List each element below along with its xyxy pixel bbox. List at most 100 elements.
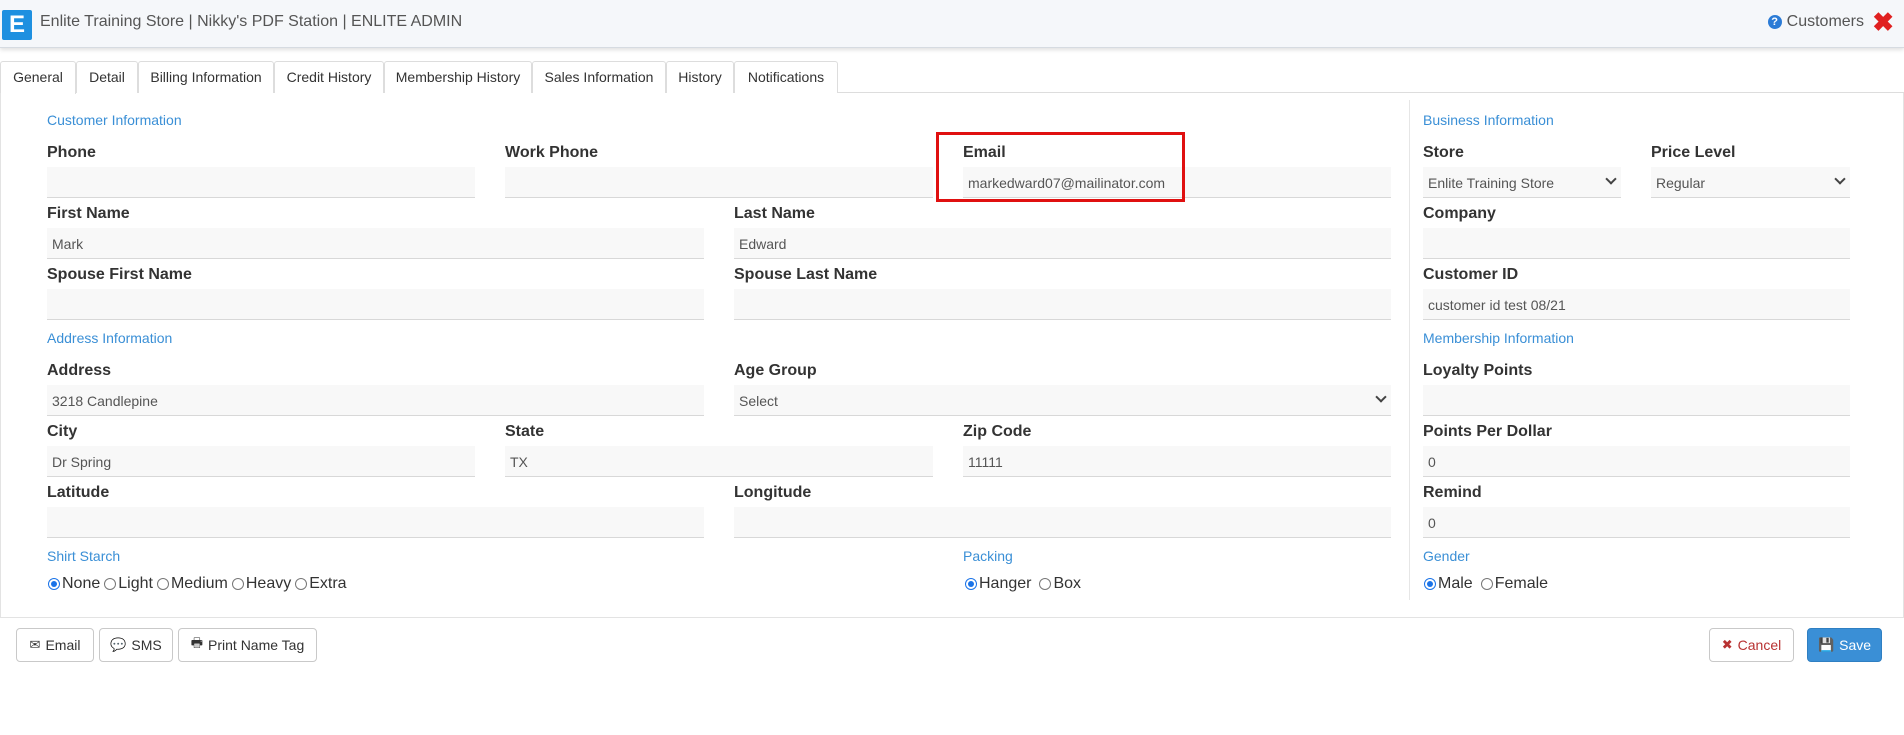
radio-icon[interactable] <box>1039 578 1052 590</box>
tab-billing-information[interactable]: Billing Information <box>138 61 274 93</box>
loyalty-points-input[interactable] <box>1423 385 1850 416</box>
latitude-input[interactable] <box>47 507 704 538</box>
store-label: Store <box>1423 144 1464 161</box>
customer-id-input[interactable]: customer id test 08/21 <box>1423 289 1850 320</box>
print-icon: 🖶 <box>190 635 204 650</box>
shirt-starch-radio-group: None Light Medium Heavy Extra <box>48 575 351 593</box>
tab-notifications[interactable]: Notifications <box>734 61 838 93</box>
remind-input[interactable]: 0 <box>1423 507 1850 538</box>
address-label: Address <box>47 362 112 379</box>
email-highlight-box <box>936 132 1185 202</box>
gender-radio-group: Male Female <box>1424 575 1552 593</box>
state-label: State <box>505 423 545 440</box>
longitude-input[interactable] <box>734 507 1391 538</box>
starch-option-medium[interactable]: Medium <box>156 575 228 593</box>
tab-detail[interactable]: Detail <box>76 61 138 93</box>
first-name-label: First Name <box>47 205 130 222</box>
first-name-input[interactable]: Mark <box>47 228 704 259</box>
help-link-label: Customers <box>1786 13 1864 30</box>
customer-id-label: Customer ID <box>1423 266 1519 283</box>
chevron-down-icon <box>1375 391 1387 403</box>
work-phone-label: Work Phone <box>505 144 599 161</box>
phone-label: Phone <box>47 144 96 161</box>
business-information-heading: Business Information <box>1423 112 1554 128</box>
points-per-dollar-input[interactable]: 0 <box>1423 446 1850 477</box>
tab-history[interactable]: History <box>666 61 734 93</box>
spouse-first-name-input[interactable] <box>47 289 704 320</box>
cancel-button[interactable]: ✖ Cancel <box>1709 628 1794 662</box>
close-icon[interactable]: ✖ <box>1872 7 1894 37</box>
city-input[interactable]: Dr Spring <box>47 446 475 477</box>
store-select[interactable]: Enlite Training Store <box>1423 167 1621 198</box>
state-input[interactable]: TX <box>505 446 933 477</box>
packing-option-hanger[interactable]: Hanger <box>965 575 1031 593</box>
packing-radio-group: Hanger Box <box>965 575 1085 593</box>
tab-credit-history[interactable]: Credit History <box>274 61 384 93</box>
print-name-tag-button[interactable]: 🖶 Print Name Tag <box>178 628 317 662</box>
chevron-down-icon <box>1834 173 1846 185</box>
starch-option-extra[interactable]: Extra <box>295 575 347 593</box>
work-phone-input[interactable] <box>505 167 933 198</box>
column-divider <box>1409 100 1410 600</box>
question-circle-icon: ? <box>1767 15 1782 29</box>
tab-membership-history[interactable]: Membership History <box>384 61 532 93</box>
company-label: Company <box>1423 205 1496 222</box>
packing-option-box[interactable]: Box <box>1039 575 1081 593</box>
comment-icon: 💬 <box>110 637 127 652</box>
city-label: City <box>47 423 78 440</box>
price-level-value: Regular <box>1656 175 1706 191</box>
radio-icon[interactable] <box>295 578 308 590</box>
save-button[interactable]: 💾 Save <box>1807 628 1882 662</box>
points-per-dollar-label: Points Per Dollar <box>1423 423 1552 440</box>
store-value: Enlite Training Store <box>1428 175 1555 191</box>
top-bar: E Enlite Training Store | Nikky's PDF St… <box>0 0 1904 48</box>
company-input[interactable] <box>1423 228 1850 259</box>
last-name-input[interactable]: Edward <box>734 228 1391 259</box>
last-name-label: Last Name <box>734 205 815 222</box>
radio-icon[interactable] <box>156 578 169 590</box>
phone-input[interactable] <box>47 167 475 198</box>
gender-heading: Gender <box>1423 548 1470 564</box>
radio-checked-icon[interactable] <box>1424 578 1436 590</box>
tab-sales-information[interactable]: Sales Information <box>532 61 666 93</box>
address-information-heading: Address Information <box>47 330 173 346</box>
radio-icon[interactable] <box>1480 578 1493 590</box>
starch-option-none[interactable]: None <box>48 575 100 593</box>
spouse-last-name-label: Spouse Last Name <box>734 266 878 283</box>
radio-checked-icon[interactable] <box>48 578 60 590</box>
close-icon: ✖ <box>1721 637 1733 652</box>
customer-information-heading: Customer Information <box>47 112 182 128</box>
membership-information-heading: Membership Information <box>1423 330 1574 346</box>
window-title: Enlite Training Store | Nikky's PDF Stat… <box>40 13 463 30</box>
gender-option-female[interactable]: Female <box>1480 575 1548 593</box>
spouse-last-name-input[interactable] <box>734 289 1391 320</box>
zip-code-label: Zip Code <box>963 423 1032 440</box>
address-input[interactable]: 3218 Candlepine <box>47 385 704 416</box>
price-level-select[interactable]: Regular <box>1651 167 1850 198</box>
envelope-icon: ✉ <box>29 637 41 652</box>
loyalty-points-label: Loyalty Points <box>1423 362 1533 379</box>
radio-checked-icon[interactable] <box>965 578 977 590</box>
tab-bar: General Detail Billing Information Credi… <box>0 61 1904 94</box>
chevron-down-icon <box>1605 173 1617 185</box>
age-group-label: Age Group <box>734 362 817 379</box>
tab-general[interactable]: General <box>0 61 76 94</box>
age-group-select[interactable]: Select <box>734 385 1391 416</box>
radio-icon[interactable] <box>231 578 244 590</box>
starch-option-light[interactable]: Light <box>104 575 153 593</box>
radio-icon[interactable] <box>104 578 117 590</box>
gender-option-male[interactable]: Male <box>1424 575 1473 593</box>
app-logo: E <box>2 10 32 40</box>
price-level-label: Price Level <box>1651 144 1736 161</box>
packing-heading: Packing <box>963 548 1013 564</box>
age-group-value: Select <box>739 393 778 409</box>
latitude-label: Latitude <box>47 484 110 501</box>
shirt-starch-heading: Shirt Starch <box>47 548 121 564</box>
help-link[interactable]: ? Customers <box>1767 13 1864 31</box>
starch-option-heavy[interactable]: Heavy <box>231 575 291 593</box>
save-icon: 💾 <box>1817 637 1835 652</box>
zip-code-input[interactable]: 11111 <box>963 446 1391 477</box>
email-button[interactable]: ✉ Email <box>16 628 94 662</box>
sms-button[interactable]: 💬 SMS <box>99 628 173 662</box>
remind-label: Remind <box>1423 484 1482 501</box>
